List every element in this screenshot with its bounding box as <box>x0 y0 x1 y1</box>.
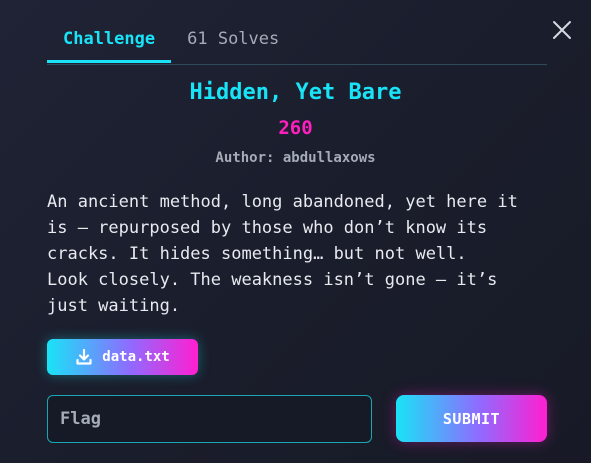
download-icon <box>76 348 92 365</box>
challenge-author: Author: abdullaxows <box>215 150 376 166</box>
tab-bar: Challenge 61 Solves <box>47 26 547 65</box>
close-icon <box>553 21 571 39</box>
file-name-label: data.txt <box>102 349 170 365</box>
challenge-description: An ancient method, long abandoned, yet h… <box>47 192 518 316</box>
tab-challenge[interactable]: Challenge <box>47 26 172 63</box>
file-download-button[interactable]: data.txt <box>47 339 198 375</box>
challenge-title: Hidden, Yet Bare <box>189 80 402 105</box>
challenge-points: 260 <box>278 117 313 139</box>
close-button[interactable] <box>551 19 573 41</box>
flag-input[interactable] <box>47 395 372 443</box>
tab-solves[interactable]: 61 Solves <box>171 26 295 63</box>
challenge-modal: Challenge 61 Solves Hidden, Yet Bare 260… <box>0 0 591 463</box>
submit-button[interactable]: SUBMIT <box>396 395 547 442</box>
